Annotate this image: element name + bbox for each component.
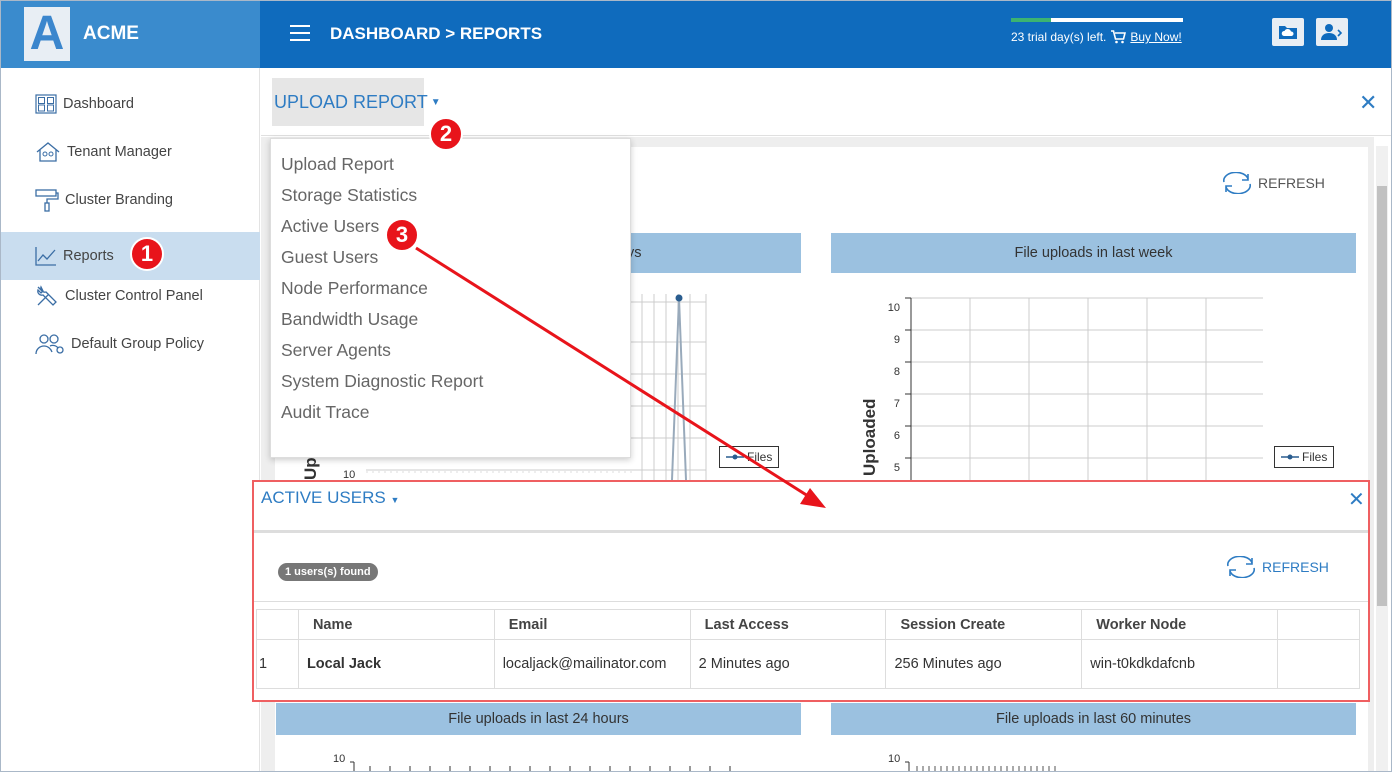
refresh-icon	[1227, 556, 1255, 578]
sidebar-item-label: Reports	[63, 248, 114, 264]
refresh-icon	[1223, 172, 1251, 194]
sidebar-item-label: Default Group Policy	[71, 336, 204, 352]
menu-item-audit-trace[interactable]: Audit Trace	[281, 402, 370, 423]
sidebar-item-label: Tenant Manager	[67, 144, 172, 160]
top-bar: DASHBOARD > REPORTS 23 trial day(s) left…	[260, 0, 1392, 68]
sidebar-item-label: Cluster Branding	[65, 192, 173, 208]
close-icon[interactable]: ✕	[1359, 90, 1377, 116]
dashboard-icon	[35, 94, 57, 114]
sidebar-item-tenant-manager[interactable]: Tenant Manager	[0, 128, 260, 176]
logo: A	[24, 7, 70, 61]
y-axis-label: Up	[301, 457, 320, 480]
menu-item-upload-report[interactable]: Upload Report	[281, 154, 394, 175]
sidebar-item-label: Cluster Control Panel	[65, 288, 203, 304]
chart-legend: Files	[719, 446, 780, 468]
tools-icon	[37, 285, 57, 306]
cart-icon	[1111, 30, 1127, 44]
menu-item-active-users[interactable]: Active Users	[281, 216, 379, 237]
trial-progress-bar	[1011, 18, 1183, 22]
menu-item-guest-users[interactable]: Guest Users	[281, 247, 378, 268]
tenant-icon	[36, 142, 60, 162]
cell-last-access: 2 Minutes ago	[689, 639, 887, 689]
cell-session-create: 256 Minutes ago	[885, 639, 1083, 689]
brand[interactable]: A ACME	[0, 0, 260, 68]
y-tick-labels: 10 9 8 7 6 5	[887, 302, 900, 474]
cloud-folder-icon	[1279, 26, 1297, 39]
upload-report-label: UPLOAD REPORT	[274, 91, 428, 112]
user-icon	[1321, 24, 1343, 40]
column-header-last-access[interactable]: Last Access	[689, 609, 887, 640]
column-header-email[interactable]: Email	[493, 609, 691, 640]
cloud-folder-button[interactable]	[1272, 18, 1304, 46]
chart-legend: Files	[1274, 446, 1335, 468]
refresh-button[interactable]: REFRESH	[1224, 556, 1329, 578]
brand-name: ACME	[83, 23, 139, 44]
column-header-index	[256, 609, 299, 640]
table-header-row: Name Email Last Access Session Create Wo…	[256, 609, 1360, 640]
menu-item-node-performance[interactable]: Node Performance	[281, 278, 428, 299]
divider	[254, 530, 1368, 533]
cell-name: Local Jack	[297, 639, 495, 689]
divider	[254, 601, 1368, 602]
column-header-name[interactable]: Name	[297, 609, 495, 640]
sidebar: Dashboard Tenant Manager Cluster Brandin…	[0, 68, 260, 772]
paint-roller-icon	[35, 189, 59, 212]
sidebar-item-default-group-policy[interactable]: Default Group Policy	[0, 320, 260, 368]
user-profile-button[interactable]	[1316, 18, 1348, 46]
chart-3-axis	[350, 761, 731, 772]
sidebar-item-label: Dashboard	[63, 96, 134, 112]
caret-down-icon: ▼	[430, 96, 441, 108]
cell-email: localjack@mailinator.com	[493, 639, 691, 689]
y-axis-label: Uploaded	[860, 398, 879, 476]
sidebar-item-dashboard[interactable]: Dashboard	[0, 80, 260, 128]
users-found-badge: 1 users(s) found	[278, 563, 378, 581]
annotation-step-1: 1	[130, 237, 164, 271]
chart-panel-title: File uploads in last week	[831, 233, 1356, 273]
cell-actions	[1277, 639, 1360, 689]
column-header-session-create[interactable]: Session Create	[885, 609, 1083, 640]
refresh-button[interactable]: REFRESH	[1220, 172, 1325, 194]
menu-item-system-diagnostic-report[interactable]: System Diagnostic Report	[281, 371, 483, 392]
y-tick-label: 10	[333, 753, 346, 765]
chart-panel-title: File uploads in last 24 hours	[276, 703, 801, 735]
close-icon[interactable]: ✕	[1348, 487, 1365, 512]
annotation-step-3: 3	[385, 218, 419, 252]
refresh-label: REFRESH	[1258, 175, 1325, 191]
group-policy-icon	[35, 334, 64, 355]
trial-days-text: 23 trial day(s) left.	[1011, 30, 1107, 44]
annotation-step-2: 2	[429, 117, 463, 151]
upload-report-menu: Upload Report Storage Statistics Active …	[270, 138, 631, 458]
menu-item-server-agents[interactable]: Server Agents	[281, 340, 391, 361]
table-row[interactable]: 1 Local Jack localjack@mailinator.com 2 …	[256, 639, 1360, 689]
refresh-label: REFRESH	[1262, 559, 1329, 575]
chart-4-axis	[905, 761, 1056, 772]
breadcrumb: DASHBOARD > REPORTS	[330, 24, 543, 43]
y-tick-label: 10	[888, 753, 901, 765]
menu-item-storage-statistics[interactable]: Storage Statistics	[281, 185, 417, 206]
cell-index: 1	[256, 639, 299, 689]
trial-status: 23 trial day(s) left. Buy Now!	[1011, 18, 1183, 44]
chart-icon	[35, 247, 56, 266]
caret-down-icon: ▼	[390, 495, 400, 505]
scrollbar[interactable]	[1376, 146, 1388, 772]
active-users-table: Name Email Last Access Session Create Wo…	[256, 609, 1360, 689]
column-header-actions	[1277, 609, 1360, 640]
chart-1-point	[675, 294, 683, 302]
sidebar-item-cluster-control-panel[interactable]: Cluster Control Panel	[0, 272, 260, 320]
sidebar-item-cluster-branding[interactable]: Cluster Branding	[0, 176, 260, 224]
hamburger-menu-icon[interactable]	[290, 25, 310, 41]
chart-panel-title: File uploads in last 60 minutes	[831, 703, 1356, 735]
menu-item-bandwidth-usage[interactable]: Bandwidth Usage	[281, 309, 418, 330]
cell-worker-node: win-t0kdkdafcnb	[1081, 639, 1279, 689]
column-header-worker-node[interactable]: Worker Node	[1081, 609, 1279, 640]
active-users-dropdown[interactable]: ACTIVE USERS ▼	[261, 488, 399, 508]
buy-now-link[interactable]: Buy Now!	[1130, 30, 1181, 44]
active-users-panel: ACTIVE USERS ▼ ✕ 1 users(s) found REFRES…	[252, 480, 1370, 702]
upload-report-dropdown-button[interactable]: UPLOAD REPORT ▼	[272, 78, 441, 126]
